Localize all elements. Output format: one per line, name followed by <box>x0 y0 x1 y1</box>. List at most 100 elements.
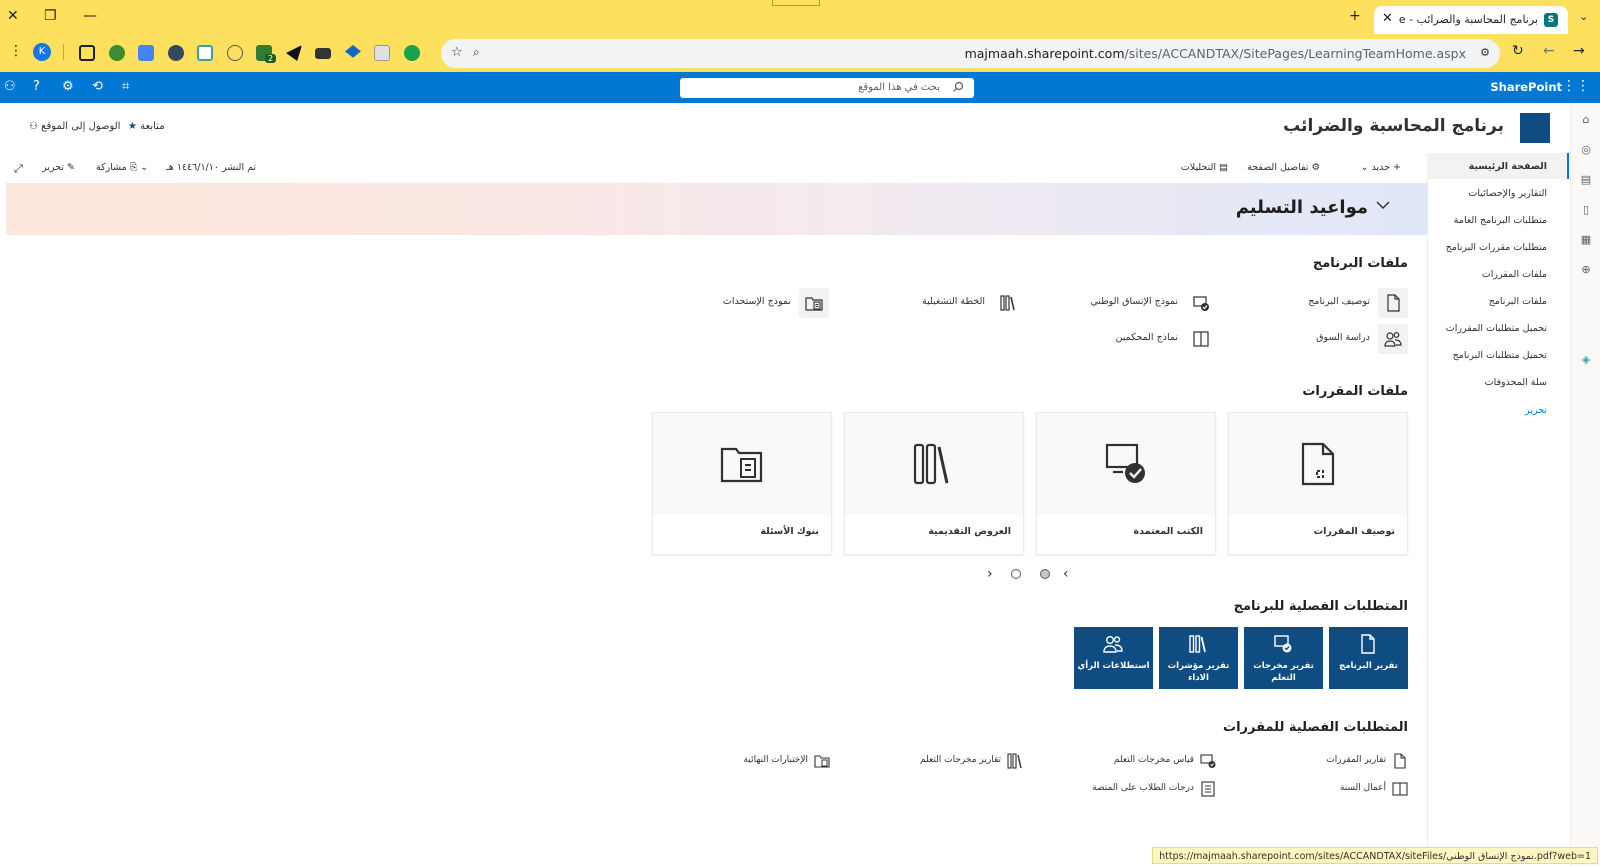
new-command[interactable]: + جديد ⌄ <box>1361 162 1401 173</box>
help-icon[interactable]: ? <box>33 79 40 94</box>
tile-surveys[interactable]: استطلاعات الرأي <box>1074 627 1153 689</box>
restore-window-icon[interactable]: ❐ <box>44 8 57 24</box>
url-path: /sites/ACCANDTAX/SitePages/LearningTeamH… <box>1124 46 1467 61</box>
news-icon[interactable]: ▤ <box>1579 173 1593 187</box>
banner-title[interactable]: مواعيد التسليم <box>1236 197 1368 218</box>
extension-globe-icon[interactable] <box>109 45 125 61</box>
home-icon[interactable]: ⌂ <box>1579 113 1593 127</box>
quick-link-label: نموذج الإتساق الوطني <box>1090 296 1178 307</box>
site-settings-icon[interactable]: ⚙ <box>1480 46 1490 59</box>
share-link-icon[interactable]: ⟲ <box>92 79 103 94</box>
page-details-command[interactable]: ⚙ تفاصيل الصفحة <box>1247 162 1320 173</box>
back-icon[interactable]: → <box>1573 43 1585 59</box>
file-icon[interactable]: ▯ <box>1579 203 1593 217</box>
extension-card-icon[interactable] <box>315 48 331 59</box>
close-tab-icon[interactable]: ✕ <box>1382 11 1393 26</box>
link-final-exams[interactable]: الإختبارات النهائية <box>720 752 830 770</box>
card-question-banks[interactable]: بنوك الأسئلة <box>652 412 832 555</box>
feedback-icon[interactable]: ⌗ <box>122 79 129 94</box>
extension-circle-icon[interactable] <box>168 45 184 61</box>
nav-item-recycle-bin[interactable]: سلة المحذوفات <box>1427 369 1569 395</box>
close-window-icon[interactable]: ✕ <box>7 8 19 24</box>
nav-item-home[interactable]: الصفحة الرئيسية <box>1427 153 1569 179</box>
bookmark-star-icon[interactable]: ☆ <box>451 45 463 60</box>
quick-link-national-consistency[interactable]: نموذج الإتساق الوطني <box>1066 288 1216 318</box>
extension-send-icon[interactable] <box>286 45 302 61</box>
link-label: الإختبارات النهائية <box>743 755 808 765</box>
link-course-reports[interactable]: تقارير المقررات <box>1288 752 1408 770</box>
account-icon[interactable]: ⚇ <box>4 79 16 94</box>
share-command[interactable]: ⌄ ⎘ مشاركة <box>96 162 148 173</box>
analytics-command[interactable]: ▤ التحليلات <box>1181 162 1228 173</box>
site-title[interactable]: برنامج المحاسبة والضرائب <box>1283 116 1504 136</box>
link-measure-outcomes[interactable]: قياس مخرجات التعلم <box>1076 752 1216 770</box>
new-tab-icon[interactable]: + <box>1349 8 1361 24</box>
tile-kpi-report[interactable]: تقرير مؤشرات الاداء <box>1159 627 1238 689</box>
app-bar: ⌂ ◎ ▤ ▯ ▦ ⊕ ◈ <box>1570 103 1600 866</box>
site-logo[interactable] <box>1520 113 1550 143</box>
expand-icon[interactable]: ⤢ <box>14 162 23 176</box>
window-drag-handle[interactable] <box>772 0 820 6</box>
quick-link-operational-plan[interactable]: الخطة التشغيلية <box>893 288 1023 318</box>
nav-item-program-files[interactable]: ملفات البرنامج <box>1427 288 1569 314</box>
link-coursework[interactable]: أعمال السنة <box>1298 780 1408 798</box>
profile-avatar[interactable]: K <box>33 43 51 61</box>
minimize-window-icon[interactable]: — <box>83 8 97 24</box>
reload-icon[interactable]: ↻ <box>1512 43 1524 59</box>
nav-item-reports[interactable]: التقارير والإحصائيات <box>1427 180 1569 206</box>
card-presentations[interactable]: العروض التقديمية <box>844 412 1024 555</box>
card-course-descriptions[interactable]: توصيف المقررات <box>1228 412 1408 555</box>
card-label: بنوك الأسئلة <box>760 526 819 537</box>
tab-search-chevron-icon[interactable]: ⌄ <box>1579 10 1588 23</box>
quick-link-label: نماذج المحكمين <box>1115 332 1178 343</box>
site-access-button[interactable]: الوصول إلى الموقع ⚇ <box>29 121 120 132</box>
link-student-grades[interactable]: درجات الطلاب على المنصة <box>1066 780 1216 798</box>
app-launcher-icon[interactable]: ⋮⋮ <box>1562 78 1590 94</box>
card-image <box>845 413 1023 515</box>
quick-link-program-description[interactable]: توصيف البرنامج <box>1288 288 1408 318</box>
tile-learning-outcomes-report[interactable]: تقرير مخرجات التعلم <box>1244 627 1323 689</box>
zoom-icon[interactable]: ⌕ <box>473 45 480 60</box>
lists-icon[interactable]: ▦ <box>1579 233 1593 247</box>
tile-label: تقرير مخرجات التعلم <box>1253 661 1314 683</box>
extension-image-icon[interactable] <box>374 45 390 61</box>
quick-link-reviewer-forms[interactable]: نماذج المحكمين <box>1076 324 1216 354</box>
extension-layers-icon[interactable] <box>197 45 213 61</box>
create-icon[interactable]: ⊕ <box>1579 263 1593 277</box>
layers-extension-icon[interactable]: ◈ <box>1579 353 1593 367</box>
nav-edit-link[interactable]: تحرير <box>1427 397 1569 423</box>
nav-item-course-requirements[interactable]: متطلبات مقررات البرنامج <box>1427 234 1569 260</box>
carousel-dot-active[interactable] <box>1040 569 1050 579</box>
carousel-next-icon[interactable]: › <box>987 566 993 582</box>
nav-item-course-files[interactable]: ملفات المقررات <box>1427 261 1569 287</box>
quick-link-label: نموذج الإستحداث <box>722 296 791 307</box>
forward-icon[interactable]: ← <box>1543 43 1555 59</box>
carousel-dot[interactable] <box>1011 569 1021 579</box>
settings-gear-icon[interactable]: ⚙ <box>62 79 74 94</box>
nav-item-upload-course-req[interactable]: تحميل متطلبات المقررات <box>1427 315 1569 341</box>
translate-icon[interactable] <box>138 45 154 61</box>
nav-item-program-requirements[interactable]: متطلبات البرنامج العامة <box>1427 207 1569 233</box>
carousel-previous-icon[interactable]: ‹ <box>1063 566 1069 582</box>
sharepoint-brand[interactable]: SharePoint <box>1490 80 1562 94</box>
address-bar[interactable]: ☆ ⌕ majmaah.sharepoint.com/sites/ACCANDT… <box>441 39 1500 68</box>
card-approved-books[interactable]: الكتب المعتمدة <box>1036 412 1216 555</box>
chevron-down-icon[interactable] <box>1376 200 1390 210</box>
link-label: أعمال السنة <box>1339 783 1386 793</box>
quick-link-market-study[interactable]: دراسة السوق <box>1288 324 1408 354</box>
extension-graduation-icon[interactable] <box>345 45 361 58</box>
site-search-box[interactable]: بحث في هذا الموقع <box>680 78 974 98</box>
quick-link-creation-form[interactable]: نموذج الإستحداث <box>709 288 829 318</box>
extension-web-icon[interactable] <box>227 45 243 61</box>
tile-program-report[interactable]: تقرير البرنامج <box>1329 627 1408 689</box>
link-label: تقارير المقررات <box>1326 755 1386 765</box>
grammarly-icon[interactable] <box>404 45 420 61</box>
extensions-icon[interactable] <box>79 45 95 61</box>
follow-button[interactable]: متابعة ★ <box>128 121 165 132</box>
nav-item-upload-program-req[interactable]: تحميل متطلبات البرنامج <box>1427 342 1569 368</box>
globe-icon[interactable]: ◎ <box>1579 143 1593 157</box>
link-outcomes-reports[interactable]: تقارير مخرجات التعلم <box>893 752 1023 770</box>
browser-tab[interactable]: S برنامج المحاسبة والضرائب - Home ✕ <box>1374 6 1568 34</box>
menu-dots-icon[interactable]: ⋮ <box>9 43 23 59</box>
edit-command[interactable]: ✎ تحرير <box>42 162 75 173</box>
